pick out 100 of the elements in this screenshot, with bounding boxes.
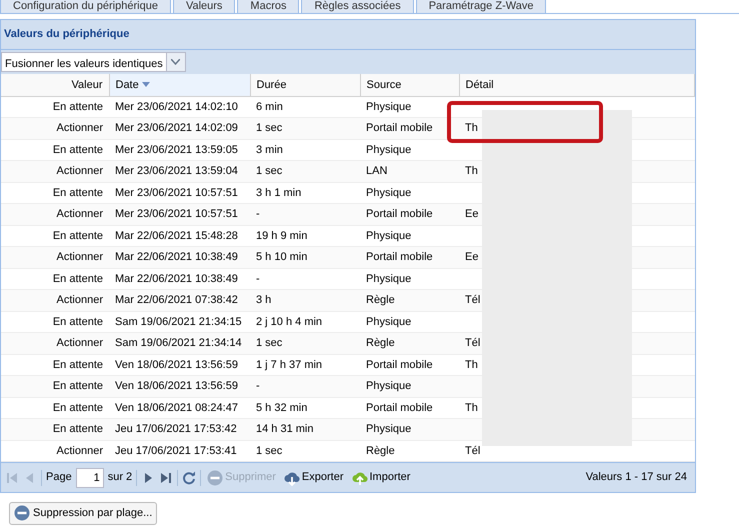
table-cell: Actionner bbox=[56, 444, 103, 456]
table-cell: Ee bbox=[465, 208, 478, 220]
table-cell: 6 min bbox=[256, 100, 283, 112]
table-cell: Actionner bbox=[56, 337, 103, 349]
table-cell: En attente bbox=[52, 230, 103, 242]
table-cell: Ven 18/06/2021 13:56:59 bbox=[115, 380, 238, 392]
table-cell: Portail mobile bbox=[366, 358, 433, 370]
table-cell: En attente bbox=[52, 358, 103, 370]
table-cell: 14 h 31 min bbox=[256, 423, 314, 435]
table-cell: Physique bbox=[366, 230, 412, 242]
table-cell: Physique bbox=[366, 316, 412, 328]
table-cell: En attente bbox=[52, 380, 103, 392]
table-cell: Physique bbox=[366, 186, 412, 198]
table-cell: Tél bbox=[465, 294, 480, 306]
table-cell: 5 h 32 min bbox=[256, 402, 308, 414]
tab[interactable]: Macros bbox=[237, 0, 300, 13]
table-cell: Mer 23/06/2021 13:59:04 bbox=[115, 165, 238, 177]
table-cell: Mar 22/06/2021 15:48:28 bbox=[115, 230, 238, 242]
table-cell: Physique bbox=[366, 380, 412, 392]
table-cell: En attente bbox=[52, 402, 103, 414]
table-cell: - bbox=[256, 208, 260, 220]
export-button[interactable]: Exporter bbox=[282, 469, 346, 486]
table-cell: 1 sec bbox=[256, 165, 282, 177]
page-input[interactable]: 1 bbox=[76, 468, 104, 488]
table-cell: Ee bbox=[465, 251, 478, 263]
table-cell: Jeu 17/06/2021 17:53:41 bbox=[115, 444, 237, 456]
table-cell: Mar 22/06/2021 07:38:42 bbox=[115, 294, 238, 306]
table-cell: Règle bbox=[366, 337, 395, 349]
table-cell: - bbox=[256, 272, 260, 284]
table-cell: Th bbox=[465, 402, 478, 414]
tab[interactable]: Valeurs bbox=[172, 0, 236, 13]
table-cell: Sam 19/06/2021 21:34:14 bbox=[115, 337, 242, 349]
table-cell: Physique bbox=[366, 272, 412, 284]
table-cell: Ven 18/06/2021 13:56:59 bbox=[115, 358, 238, 370]
table-cell: Actionner bbox=[56, 122, 103, 134]
sort-arrow-icon bbox=[142, 82, 150, 88]
last-page-icon[interactable] bbox=[159, 470, 174, 484]
column-header[interactable]: Date bbox=[109, 74, 250, 96]
table-cell: Th bbox=[465, 358, 478, 370]
table-cell: Physique bbox=[366, 100, 412, 112]
table-cell: Mar 22/06/2021 10:38:49 bbox=[115, 272, 238, 284]
table-cell: Mar 22/06/2021 10:38:49 bbox=[115, 251, 238, 263]
table-cell: Portail mobile bbox=[366, 208, 433, 220]
import-icon bbox=[352, 470, 368, 486]
table-cell: Actionner bbox=[56, 251, 103, 263]
table-cell: 1 sec bbox=[256, 337, 282, 349]
table-cell: 1 sec bbox=[256, 122, 282, 134]
table-cell: Portail mobile bbox=[366, 251, 433, 263]
table-cell: Jeu 17/06/2021 17:53:42 bbox=[115, 423, 237, 435]
range-delete-button[interactable]: Suppression par plage... bbox=[9, 502, 158, 524]
table-cell: Portail mobile bbox=[366, 402, 433, 414]
column-header[interactable]: Source bbox=[360, 74, 459, 96]
table-cell: Mer 23/06/2021 14:02:09 bbox=[115, 122, 238, 134]
table-cell: En attente bbox=[52, 423, 103, 435]
tab[interactable]: Configuration du périphérique bbox=[0, 0, 171, 13]
table-cell: Sam 19/06/2021 21:34:15 bbox=[115, 316, 242, 328]
table-cell: - bbox=[256, 380, 260, 392]
table-cell: Tél bbox=[465, 444, 480, 456]
export-icon bbox=[284, 470, 300, 486]
table-cell: Actionner bbox=[56, 294, 103, 306]
page-count: sur 2 bbox=[108, 470, 132, 486]
table-cell: 3 h bbox=[256, 294, 272, 306]
table-cell: Mer 23/06/2021 14:02:10 bbox=[115, 100, 238, 112]
table-cell: Tél bbox=[465, 337, 480, 349]
table-cell: En attente bbox=[52, 144, 103, 156]
table-cell: Mer 23/06/2021 10:57:51 bbox=[115, 208, 238, 220]
table-cell: Ven 18/06/2021 08:24:47 bbox=[115, 402, 238, 414]
table-cell: LAN bbox=[366, 165, 388, 177]
table-cell: Physique bbox=[366, 423, 412, 435]
caret-icon bbox=[171, 58, 180, 64]
refresh-icon[interactable] bbox=[182, 470, 196, 484]
minus-circle-icon bbox=[14, 505, 30, 522]
column-header[interactable]: Valeur bbox=[1, 74, 109, 96]
table-cell: 19 h 9 min bbox=[256, 230, 308, 242]
table-cell: Règle bbox=[366, 294, 395, 306]
table-cell: Mer 23/06/2021 13:59:05 bbox=[115, 144, 238, 156]
table-cell: Actionner bbox=[56, 165, 103, 177]
tab[interactable]: Règles associées bbox=[301, 0, 414, 13]
table-cell: 1 j 7 h 37 min bbox=[256, 358, 322, 370]
table-cell: Mer 23/06/2021 10:57:51 bbox=[115, 186, 238, 198]
table-cell: Portail mobile bbox=[366, 122, 433, 134]
column-header[interactable]: Détail bbox=[459, 74, 694, 96]
table-cell: En attente bbox=[52, 100, 103, 112]
table-cell: Règle bbox=[366, 444, 395, 456]
table-cell: Th bbox=[465, 122, 478, 134]
table-cell: Physique bbox=[366, 144, 412, 156]
merge-dropdown[interactable]: Fusionner les valeurs identiques bbox=[1, 52, 186, 72]
tab[interactable]: Paramétrage Z-Wave bbox=[416, 0, 546, 13]
delete-icon bbox=[207, 470, 224, 486]
table-cell: 2 j 10 h 4 min bbox=[256, 316, 322, 328]
page-summary: Valeurs 1 - 17 sur 24 bbox=[586, 470, 687, 486]
table-cell: En attente bbox=[52, 186, 103, 198]
panel-title: Valeurs du périphérique bbox=[1, 20, 695, 50]
table-cell: 1 sec bbox=[256, 444, 282, 456]
column-header[interactable]: Durée bbox=[250, 74, 360, 96]
table-cell: 3 min bbox=[256, 144, 283, 156]
table-cell: Actionner bbox=[56, 208, 103, 220]
import-button[interactable]: Importer bbox=[350, 469, 412, 486]
table-cell: En attente bbox=[52, 316, 103, 328]
table-cell: 3 h 1 min bbox=[256, 186, 302, 198]
